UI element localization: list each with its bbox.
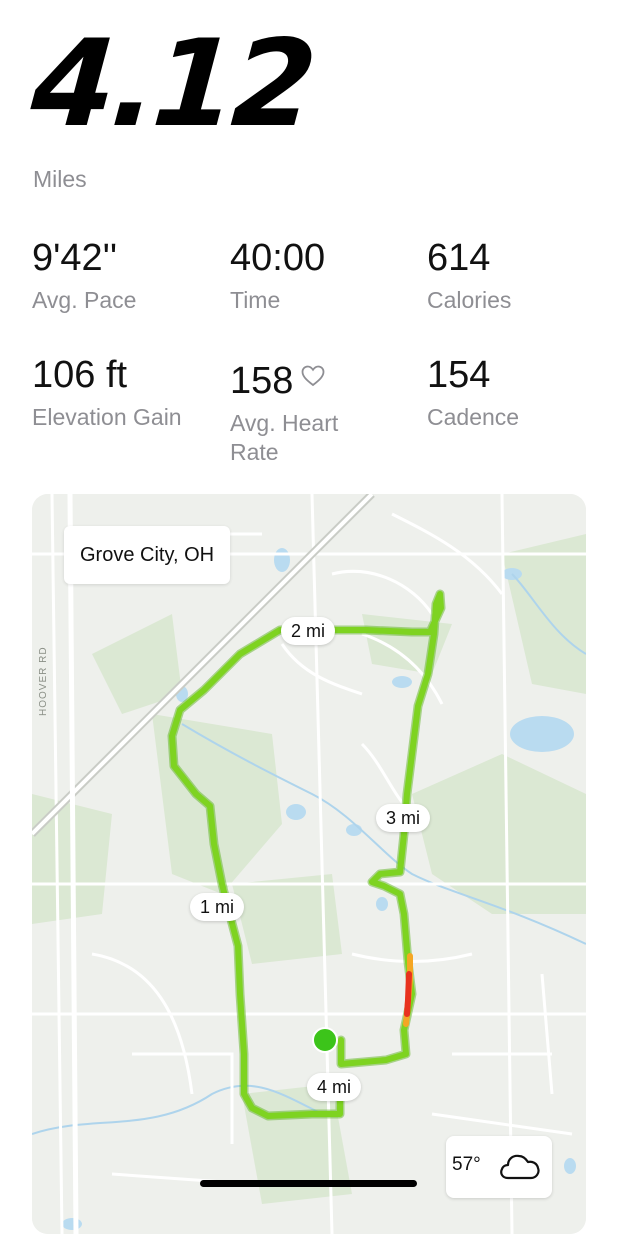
avg-pace-label: Avg. Pace <box>32 287 137 313</box>
cadence-value: 154 <box>427 354 491 396</box>
stat-elevation-gain: 106 ft Elevation Gain <box>32 353 192 432</box>
cadence-label: Cadence <box>427 404 520 430</box>
avg-heart-rate-value: 158 <box>230 360 294 402</box>
avg-heart-rate-label: Avg. Heart Rate <box>230 410 339 465</box>
map-background <box>32 494 586 1234</box>
mile-marker-3: 3 mi <box>375 804 431 832</box>
time-value: 40:00 <box>230 237 326 279</box>
home-indicator[interactable] <box>200 1180 417 1187</box>
stat-avg-heart-rate: 158 Avg. Heart Rate <box>230 353 380 467</box>
mile-marker-2: 2 mi <box>280 617 336 645</box>
elevation-gain-value: 106 ft <box>32 354 128 396</box>
elevation-gain-label: Elevation Gain <box>32 404 182 430</box>
avg-pace-value: 9'42'' <box>32 237 118 279</box>
stat-avg-pace: 9'42'' Avg. Pace <box>32 236 222 315</box>
mile-marker-1: 1 mi <box>189 893 245 921</box>
cloud-icon <box>500 1154 540 1180</box>
heart-outline-icon <box>301 353 325 397</box>
road-label-hoover-rd: HOOVER RD <box>38 646 49 716</box>
stat-cadence: 154 Cadence <box>427 353 617 432</box>
stat-calories: 614 Calories <box>427 236 617 315</box>
mile-marker-4: 4 mi <box>306 1073 362 1101</box>
weather-badge: 57° <box>446 1136 552 1198</box>
distance-value: 4.12 <box>27 15 317 154</box>
calories-value: 614 <box>427 237 491 279</box>
route-map[interactable]: HOOVER RD Grove City, OH 1 mi 2 mi 3 mi … <box>32 494 586 1234</box>
time-label: Time <box>230 287 281 313</box>
calories-label: Calories <box>427 287 512 313</box>
distance-unit: Miles <box>33 166 87 192</box>
start-marker <box>312 1027 338 1053</box>
stat-time: 40:00 Time <box>230 236 420 315</box>
location-label: Grove City, OH <box>64 526 231 584</box>
temperature: 57° <box>452 1154 481 1175</box>
